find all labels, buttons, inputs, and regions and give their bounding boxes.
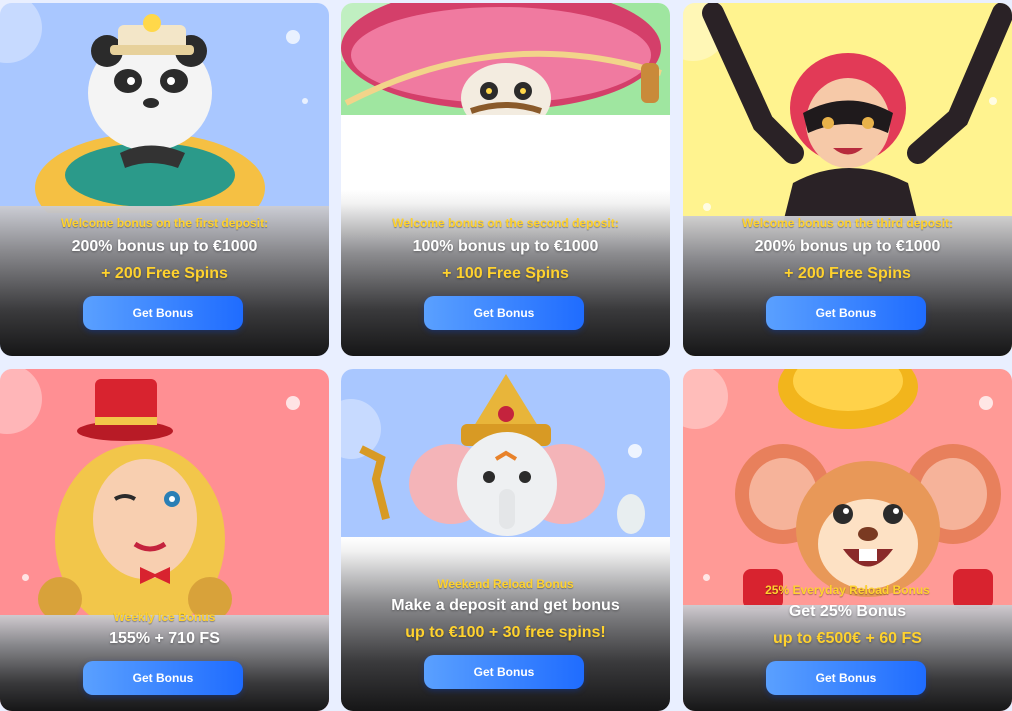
bonus-label: Welcome bonus on the second deposit: xyxy=(392,216,619,230)
ringmaster-girl-illustration xyxy=(38,379,232,619)
ganesha-elephant-illustration xyxy=(341,369,670,537)
bonus-label: Welcome bonus on the third deposit: xyxy=(741,216,954,230)
card-info-panel: Welcome bonus on the first deposit: 200%… xyxy=(0,206,329,356)
bonus-amount: 100% bonus up to €1000 xyxy=(412,238,599,255)
bonus-card-everyday-reload: 25% Everyday Reload Bonus Get 25% Bonus … xyxy=(683,369,1012,711)
get-bonus-button[interactable]: Get Bonus xyxy=(83,296,243,330)
get-bonus-button[interactable]: Get Bonus xyxy=(424,296,584,330)
bonus-free-spins: + 100 Free Spins xyxy=(442,265,569,282)
bonus-free-spins: + 200 Free Spins xyxy=(784,265,911,282)
bonus-description: Get 25% Bonus xyxy=(788,603,907,620)
card-info-panel: Weekly Ice Bonus 155% + 710 FS Get Bonus xyxy=(0,610,329,711)
bonus-card-weekly-ice: Weekly Ice Bonus 155% + 710 FS Get Bonus xyxy=(0,369,329,711)
bonus-label: Welcome bonus on the first deposit: xyxy=(60,216,269,230)
panda-character-illustration xyxy=(35,14,265,213)
bonus-offer: up to €500€ + 60 FS xyxy=(773,630,922,647)
get-bonus-button[interactable]: Get Bonus xyxy=(766,296,926,330)
masked-heroine-illustration xyxy=(702,3,1012,223)
card-info-panel: Welcome bonus on the second deposit: 100… xyxy=(341,190,670,356)
bonus-card-second-deposit: Welcome bonus on the second deposit: 100… xyxy=(341,3,670,356)
card-info-panel: Welcome bonus on the third deposit: 200%… xyxy=(683,216,1012,356)
bonus-offer: up to €100 + 30 free spins! xyxy=(405,624,606,641)
bonus-label: Weekend Reload Bonus xyxy=(437,577,574,591)
bonus-amount: 200% bonus up to €1000 xyxy=(71,238,258,255)
card-info-panel: Weekend Reload Bonus Make a deposit and … xyxy=(341,537,670,711)
bonus-label: Weekly Ice Bonus xyxy=(113,610,216,624)
card-info-panel: 25% Everyday Reload Bonus Get 25% Bonus … xyxy=(683,583,1012,711)
bonus-card-first-deposit: Welcome bonus on the first deposit: 200%… xyxy=(0,3,329,356)
mouse-with-coin-illustration xyxy=(735,369,1001,609)
bonus-card-weekend-reload: Weekend Reload Bonus Make a deposit and … xyxy=(341,369,670,711)
bonus-amount: 200% bonus up to €1000 xyxy=(754,238,941,255)
bonus-amount: 155% + 710 FS xyxy=(109,630,220,647)
get-bonus-button[interactable]: Get Bonus xyxy=(766,661,926,695)
bonus-description: Make a deposit and get bonus xyxy=(391,597,620,614)
get-bonus-button[interactable]: Get Bonus xyxy=(83,661,243,695)
get-bonus-button[interactable]: Get Bonus xyxy=(424,655,584,689)
bonus-free-spins: + 200 Free Spins xyxy=(101,265,228,282)
sombrero-skeleton-illustration xyxy=(341,3,670,115)
bonus-card-third-deposit: Welcome bonus on the third deposit: 200%… xyxy=(683,3,1012,356)
bonus-label: 25% Everyday Reload Bonus xyxy=(765,583,930,597)
